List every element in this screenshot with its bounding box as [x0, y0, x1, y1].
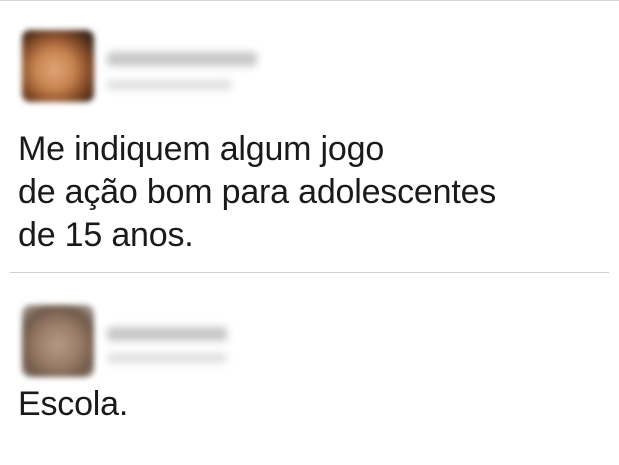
author-name-blurred[interactable]: [107, 327, 227, 341]
post-meta-blurred: [107, 80, 232, 90]
reply-text: Escola.: [18, 385, 129, 423]
post-meta-blurred: [107, 353, 227, 363]
top-divider: [0, 0, 619, 1]
author-name-blurred[interactable]: [107, 52, 257, 66]
post-text: Me indiquem algum jogo de ação bom para …: [18, 130, 497, 254]
post-divider: [10, 272, 609, 273]
avatar[interactable]: [22, 30, 94, 102]
avatar[interactable]: [22, 305, 94, 377]
